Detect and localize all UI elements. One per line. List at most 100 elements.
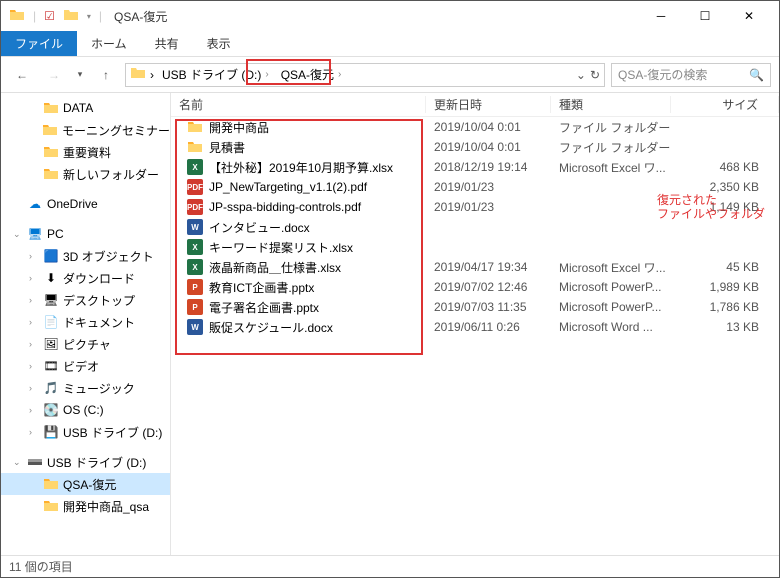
sidebar-item[interactable]: QSA-復元 — [1, 473, 170, 495]
file-date: 2019/07/03 11:35 — [426, 300, 551, 314]
file-row[interactable]: Wインタビュー.docx — [171, 217, 779, 237]
file-size: 1,149 KB — [671, 200, 779, 214]
up-button[interactable]: ↑ — [93, 62, 119, 88]
file-list-pane: 名前 更新日時 種類 サイズ 開発中商品 2019/10/04 0:01 ファイ… — [171, 93, 779, 555]
breadcrumb-drive[interactable]: USB ドライブ (D:) › — [158, 66, 273, 83]
qat-divider: | — [33, 9, 36, 23]
qat-dropdown-icon[interactable]: ▾ — [87, 12, 91, 21]
file-date: 2019/10/04 0:01 — [426, 140, 551, 154]
file-size: 1,989 KB — [671, 280, 779, 294]
window-title: QSA-復元 — [114, 8, 167, 25]
sys-folder-icon: 📄 — [43, 314, 59, 330]
folder-icon — [43, 498, 59, 514]
folder-icon — [43, 476, 59, 492]
sidebar-item[interactable]: ›💽OS (C:) — [1, 399, 170, 421]
sidebar-item[interactable]: 重要資料 — [1, 141, 170, 163]
sidebar-item[interactable]: ›🖼ピクチャ — [1, 333, 170, 355]
sidebar-item[interactable]: ›📄ドキュメント — [1, 311, 170, 333]
file-rows[interactable]: 開発中商品 2019/10/04 0:01 ファイル フォルダー 見積書 201… — [171, 117, 779, 555]
file-size: 13 KB — [671, 320, 779, 334]
history-dropdown-icon[interactable]: ▾ — [73, 62, 87, 88]
file-date: 2019/04/17 19:34 — [426, 260, 551, 274]
file-size: 45 KB — [671, 260, 779, 274]
file-row[interactable]: 開発中商品 2019/10/04 0:01 ファイル フォルダー — [171, 117, 779, 137]
nav-tree[interactable]: DATAモーニングセミナー重要資料新しいフォルダー ☁ OneDrive ⌄ 🖥… — [1, 93, 171, 555]
sidebar-item[interactable]: 開発中商品_qsa — [1, 495, 170, 517]
sidebar-item[interactable]: ›⬇ダウンロード — [1, 267, 170, 289]
tab-view[interactable]: 表示 — [193, 31, 245, 56]
file-date: 2019/10/04 0:01 — [426, 120, 551, 134]
forward-button[interactable]: → — [41, 62, 67, 88]
sidebar-onedrive[interactable]: ☁ OneDrive — [1, 193, 170, 215]
search-box[interactable]: QSA-復元の検索 🔍 — [611, 63, 771, 87]
file-row[interactable]: X液晶新商品＿仕様書.xlsx 2019/04/17 19:34 Microso… — [171, 257, 779, 277]
drive-icon — [130, 65, 146, 84]
qat-checkbox-icon[interactable]: ☑ — [44, 9, 55, 23]
sidebar-item[interactable]: モーニングセミナー — [1, 119, 170, 141]
file-name: キーワード提案リスト.xlsx — [209, 239, 353, 256]
xlsx-icon: X — [187, 239, 203, 255]
folder-icon — [187, 119, 203, 135]
col-size[interactable]: サイズ — [671, 96, 779, 113]
sidebar-item[interactable]: ›🎞ビデオ — [1, 355, 170, 377]
file-date: 2018/12/19 19:14 — [426, 160, 551, 174]
file-row[interactable]: P教育ICT企画書.pptx 2019/07/02 12:46 Microsof… — [171, 277, 779, 297]
file-type: Microsoft Excel ワ... — [551, 159, 671, 176]
sidebar-usb[interactable]: ⌄ USB ドライブ (D:) — [1, 451, 170, 473]
file-row[interactable]: 見積書 2019/10/04 0:01 ファイル フォルダー — [171, 137, 779, 157]
sidebar-item[interactable]: DATA — [1, 97, 170, 119]
folder-icon — [42, 122, 58, 138]
sidebar-pc[interactable]: ⌄ 🖥 PC — [1, 223, 170, 245]
pdf-icon: PDF — [187, 179, 203, 195]
file-type: Microsoft Word ... — [551, 320, 671, 334]
xlsx-icon: X — [187, 159, 203, 175]
breadcrumb-sep[interactable]: › — [150, 68, 154, 82]
docx-icon: W — [187, 319, 203, 335]
file-type: Microsoft Excel ワ... — [551, 259, 671, 276]
sys-folder-icon: 💽 — [43, 402, 59, 418]
tab-share[interactable]: 共有 — [141, 31, 193, 56]
search-placeholder: QSA-復元の検索 — [618, 66, 707, 83]
file-row[interactable]: X キーワード提案リスト.xlsx — [171, 237, 779, 257]
sidebar-item[interactable]: 新しいフォルダー — [1, 163, 170, 185]
file-date: 2019/01/23 — [426, 180, 551, 194]
file-row[interactable]: W販促スケジュール.docx 2019/06/11 0:26 Microsoft… — [171, 317, 779, 337]
col-name[interactable]: 名前 — [171, 96, 426, 113]
minimize-button[interactable]: ─ — [639, 1, 683, 31]
tab-home[interactable]: ホーム — [77, 31, 141, 56]
breadcrumb-sep[interactable]: › — [338, 69, 341, 80]
breadcrumb-sep[interactable]: › — [265, 69, 268, 80]
file-size: 2,350 KB — [671, 180, 779, 194]
ribbon: ファイル ホーム 共有 表示 — [1, 31, 779, 57]
file-name: インタビュー.docx — [209, 219, 310, 236]
file-name: 見積書 — [209, 139, 245, 156]
qat-divider: | — [99, 9, 102, 23]
xlsx-icon: X — [187, 259, 203, 275]
file-name: 販促スケジュール.docx — [209, 319, 333, 336]
file-row[interactable]: X【社外秘】2019年10月期予算.xlsx 2018/12/19 19:14 … — [171, 157, 779, 177]
nav-bar: ← → ▾ ↑ › USB ドライブ (D:) › QSA-復元 › ⌄ ↻ Q… — [1, 57, 779, 93]
file-row[interactable]: PDFJP-sspa-bidding-controls.pdf 2019/01/… — [171, 197, 779, 217]
col-date[interactable]: 更新日時 — [426, 96, 551, 113]
qat-folder-icon[interactable] — [63, 7, 79, 26]
file-row[interactable]: P電子署名企画書.pptx 2019/07/03 11:35 Microsoft… — [171, 297, 779, 317]
back-button[interactable]: ← — [9, 62, 35, 88]
sidebar-item[interactable]: ›🖥デスクトップ — [1, 289, 170, 311]
sidebar-item[interactable]: ›💾USB ドライブ (D:) — [1, 421, 170, 443]
file-type: Microsoft PowerP... — [551, 300, 671, 314]
tab-file[interactable]: ファイル — [1, 31, 77, 56]
file-type: ファイル フォルダー — [551, 119, 671, 136]
column-headers: 名前 更新日時 種類 サイズ — [171, 93, 779, 117]
address-bar[interactable]: › USB ドライブ (D:) › QSA-復元 › ⌄ ↻ — [125, 63, 605, 87]
col-type[interactable]: 種類 — [551, 96, 671, 113]
maximize-button[interactable]: ☐ — [683, 1, 727, 31]
sys-folder-icon: 💾 — [43, 424, 59, 440]
sidebar-item[interactable]: ›🎵ミュージック — [1, 377, 170, 399]
file-row[interactable]: PDFJP_NewTargeting_v1.1(2).pdf 2019/01/2… — [171, 177, 779, 197]
address-dropdown-icon[interactable]: ⌄ — [576, 68, 586, 82]
file-type: Microsoft PowerP... — [551, 280, 671, 294]
refresh-button[interactable]: ↻ — [590, 68, 600, 82]
close-button[interactable]: ✕ — [727, 1, 771, 31]
sidebar-item[interactable]: ›🟦3D オブジェクト — [1, 245, 170, 267]
breadcrumb-folder[interactable]: QSA-復元 › — [277, 66, 346, 83]
